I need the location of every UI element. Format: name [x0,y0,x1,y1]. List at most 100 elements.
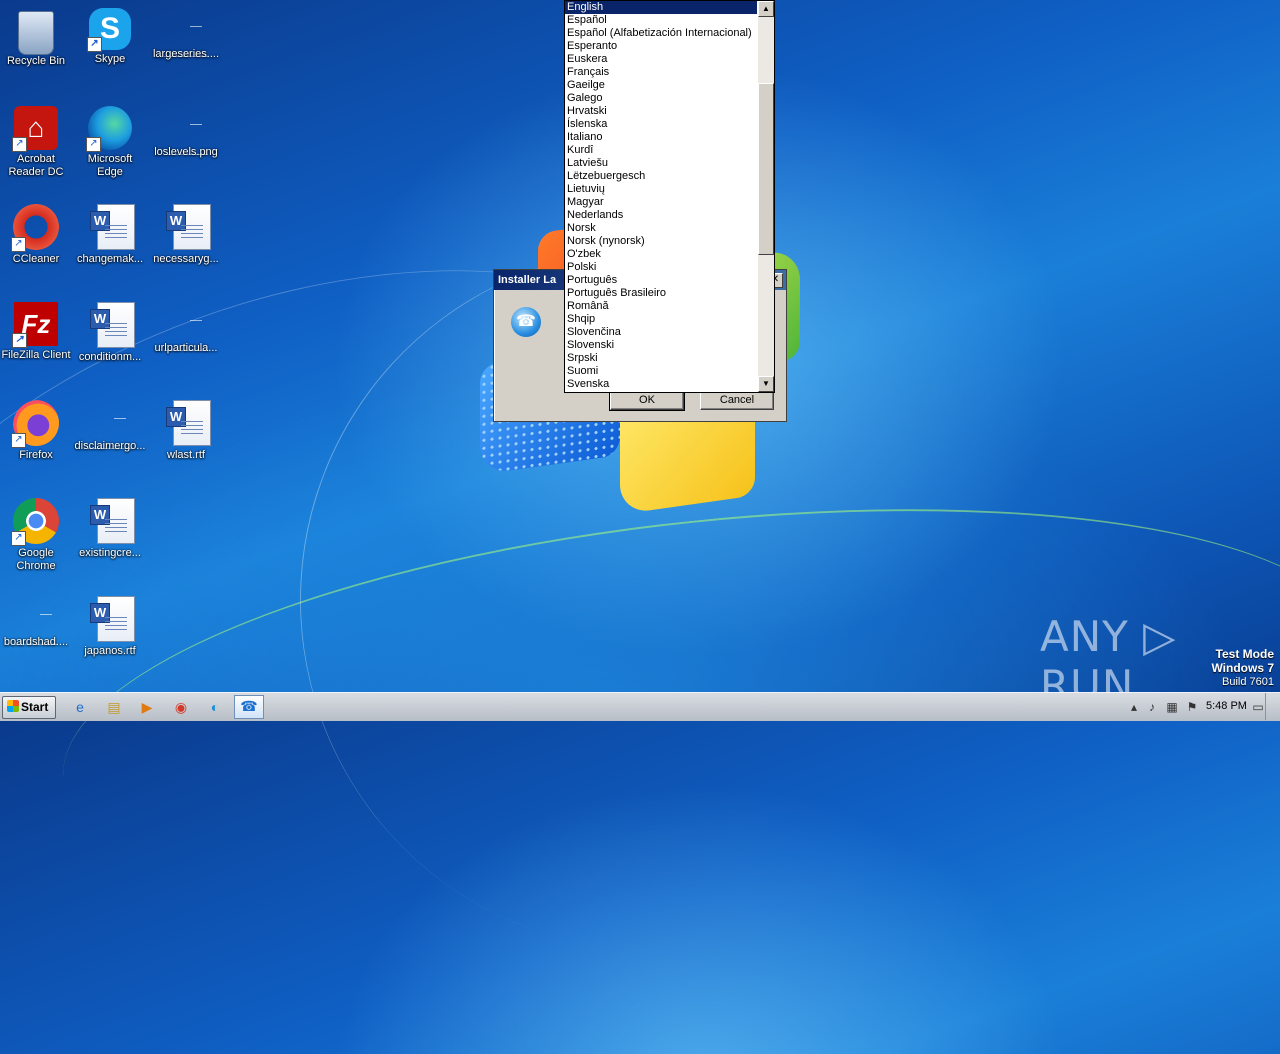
shortcut-arrow-icon: ↗ [11,531,26,546]
desktop-icon-ccleaner[interactable]: ↗ CCleaner [0,204,72,266]
desktop-icon-label: changemak... [76,253,144,265]
scroll-thumb[interactable] [758,83,774,255]
language-option[interactable]: Slovenčina [565,326,757,339]
language-option[interactable]: Latviešu [565,157,757,170]
word-doc-icon: W [90,596,135,642]
language-option[interactable]: Lëtzebuergesch [565,170,757,183]
language-option[interactable]: Norsk (nynorsk) [565,235,757,248]
taskbar: Start e ▤ ▶ ◉ ◐ ☎ ▴ ♪ ▦ ⚑ 5:48 PM ▭ [0,692,1280,721]
word-badge-icon: W [166,407,186,427]
ie-icon[interactable]: e [70,697,90,717]
language-option[interactable]: Shqip [565,313,757,326]
desktop-icon-label: FileZilla Client [1,349,71,361]
word-badge-icon: W [90,211,110,231]
language-option[interactable]: Lietuvių [565,183,757,196]
scroll-up-icon[interactable]: ▲ [758,1,774,17]
desktop-icon-necessaryg[interactable]: W necessaryg... [150,204,222,266]
desktop-icon-recycle-bin[interactable]: Recycle Bin [0,8,72,68]
firefox-icon: ↗ [11,400,59,448]
language-option[interactable]: Íslenska [565,118,757,131]
cancel-button[interactable]: Cancel [700,390,774,410]
word-doc-icon: W [166,400,211,446]
media-player-icon[interactable]: ▶ [137,697,157,717]
file-icon [164,118,208,155]
language-dropdown-list[interactable]: English Español Español (Alfabetización In… [564,0,775,393]
skype-icon: S ↗ [87,8,131,52]
desktop-icon-loslevels[interactable]: loslevels.png [150,106,222,159]
language-option[interactable]: Galego [565,92,757,105]
desktop-icon-firefox[interactable]: ↗ Firefox [0,400,72,462]
language-option[interactable]: Español [565,14,757,27]
network-icon[interactable]: ▦ [1164,699,1180,715]
desktop-icon-boardshad[interactable]: boardshad.... [0,596,72,649]
desktop-icon-chrome[interactable]: ↗ Google Chrome [0,498,72,573]
desktop-icon-label: japanos.rtf [84,645,136,657]
start-label: Start [21,700,49,714]
language-option[interactable]: Hrvatski [565,105,757,118]
language-option[interactable]: Srpski [565,352,757,365]
monitor-icon[interactable]: ▭ [1250,699,1266,715]
language-option[interactable]: Română [565,300,757,313]
edge-icon[interactable]: ◐ [205,697,225,717]
desktop-icon-acrobat[interactable]: ⌂ ↗ Acrobat Reader DC [0,106,72,179]
language-option[interactable]: Magyar [565,196,757,209]
language-option[interactable]: Slovenski [565,339,757,352]
language-option[interactable]: Euskera [565,53,757,66]
language-option[interactable]: Português Brasileiro [565,287,757,300]
explorer-icon[interactable]: ▤ [104,697,124,717]
installer-task-icon[interactable]: ☎ [234,695,264,719]
show-desktop-button[interactable] [1265,693,1280,720]
language-option[interactable]: Gaeilge [565,79,757,92]
language-option[interactable]: Français [565,66,757,79]
vertical-scrollbar[interactable]: ▲ ▼ [758,1,774,392]
desktop-icon-skype[interactable]: S ↗ Skype [74,8,146,66]
show-hidden-icons[interactable]: ▴ [1126,699,1142,715]
desktop-icon-japanos[interactable]: W japanos.rtf [74,596,146,658]
shortcut-arrow-icon: ↗ [11,237,26,252]
ccleaner-icon: ↗ [11,204,59,252]
desktop-icon-label: Skype [94,53,126,65]
scroll-down-icon[interactable]: ▼ [758,376,774,392]
desktop-icon-existingcre[interactable]: W existingcre... [74,498,146,560]
language-option[interactable]: Português [565,274,757,287]
recycle-bin-icon [18,11,54,55]
desktop-icon-urlparticula[interactable]: urlparticula... [150,302,222,355]
language-option[interactable]: Nederlands [565,209,757,222]
language-option[interactable]: Español (Alfabetización Internacional) [565,27,757,40]
word-doc-icon: W [90,498,135,544]
clock[interactable]: 5:48 PM [1206,700,1247,712]
installer-icon: ☎ [511,307,541,337]
chrome-icon[interactable]: ◉ [171,697,191,717]
language-option[interactable]: Italiano [565,131,757,144]
file-icon [88,412,132,449]
desktop-icon-changemak[interactable]: W changemak... [74,204,146,266]
desktop-icon-largeseries[interactable]: largeseries.... [150,8,222,61]
file-icon [164,314,208,351]
shortcut-arrow-icon: ↗ [86,137,101,152]
file-icon [164,20,208,57]
speaker-icon[interactable]: ♪ [1144,699,1160,715]
desktop-icon-wlast[interactable]: W wlast.rtf [150,400,222,462]
shortcut-arrow-icon: ↗ [12,137,27,152]
language-option[interactable]: Esperanto [565,40,757,53]
edge-icon: ↗ [86,106,132,152]
language-option[interactable]: O'zbek [565,248,757,261]
word-doc-icon: W [166,204,211,250]
language-option[interactable]: Svenska [565,378,757,391]
ok-button[interactable]: OK [609,389,685,411]
desktop-icon-disclaimergo[interactable]: disclaimergo... [74,400,146,453]
desktop-icon-label: necessaryg... [153,253,219,265]
word-doc-icon: W [90,302,135,348]
test-mode-watermark: Test Mode Windows 7 Build 7601 [1211,648,1274,689]
language-option[interactable]: English [565,1,757,14]
language-option[interactable]: Norsk [565,222,757,235]
language-option[interactable]: Polski [565,261,757,274]
desktop-icon-edge[interactable]: ↗ Microsoft Edge [74,106,146,179]
start-button[interactable]: Start [2,696,56,719]
action-center-flag-icon[interactable]: ⚑ [1184,699,1200,715]
language-option[interactable]: Kurdî [565,144,757,157]
system-tray: ▴ ♪ ▦ ⚑ 5:48 PM ▭ [1122,693,1280,721]
language-option[interactable]: Suomi [565,365,757,378]
desktop-icon-conditionm[interactable]: W conditionm... [74,302,146,364]
desktop-icon-filezilla[interactable]: Fz ↗ FileZilla Client [0,302,72,362]
